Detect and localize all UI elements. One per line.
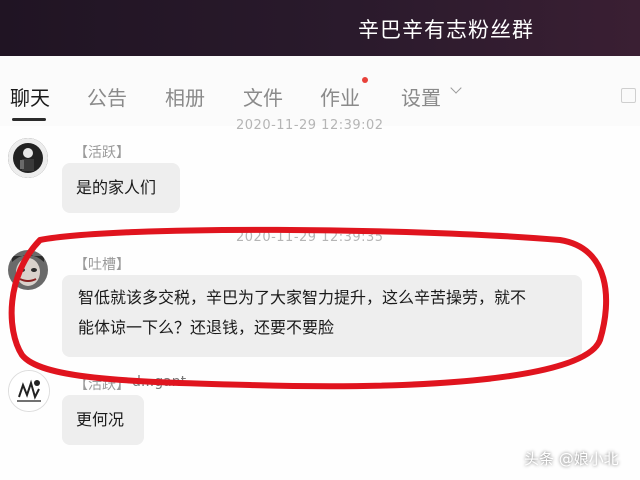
message-bubble: 更何况: [62, 395, 144, 445]
tab-bar: 聊天 公告 相册 文件 作业 设置: [0, 56, 640, 126]
title-bar: 辛巴辛有志粉丝群: [0, 0, 640, 56]
message-bubble: 是的家人们: [62, 163, 180, 213]
group-title: 辛巴辛有志粉丝群: [358, 18, 534, 42]
message-timestamp: 2020-11-29 12:39:02: [236, 118, 384, 133]
member-badge: 【吐槽】: [74, 257, 130, 273]
tab-homework[interactable]: 作业: [320, 82, 360, 111]
tab-album[interactable]: 相册: [165, 82, 205, 111]
joker-avatar[interactable]: [8, 250, 48, 290]
tab-chat[interactable]: 聊天: [10, 82, 50, 111]
message-bubble: 智低就该多交税，辛巴为了大家智力提升，这么辛苦操劳，就不 能体谅一下么？还退钱，…: [62, 275, 582, 357]
sender-name: d...gant: [132, 374, 187, 390]
active-tab-indicator: [12, 118, 46, 121]
member-badge: 【活跃】: [74, 145, 130, 161]
message-text: 是的家人们: [76, 178, 157, 197]
member-badge: 【活跃】: [74, 377, 130, 393]
message-text-line: 能体谅一下么？还退钱，还要不要脸: [78, 318, 335, 337]
message-text: 更何况: [76, 410, 125, 429]
message-text-line: 智低就该多交税，辛巴为了大家智力提升，这么辛苦操劳，就不: [78, 288, 527, 307]
dark-figure-avatar[interactable]: [8, 138, 48, 178]
side-toolbar-icon[interactable]: [621, 88, 636, 103]
tab-settings[interactable]: 设置: [401, 82, 441, 111]
notification-dot-icon: [362, 77, 368, 83]
tab-announcement[interactable]: 公告: [87, 82, 127, 111]
tab-files[interactable]: 文件: [243, 82, 283, 111]
sketch-avatar[interactable]: [8, 370, 50, 412]
message-timestamp: 2020-11-29 12:39:35: [236, 230, 384, 245]
watermark-text: 头条 @娘小北: [524, 450, 619, 468]
